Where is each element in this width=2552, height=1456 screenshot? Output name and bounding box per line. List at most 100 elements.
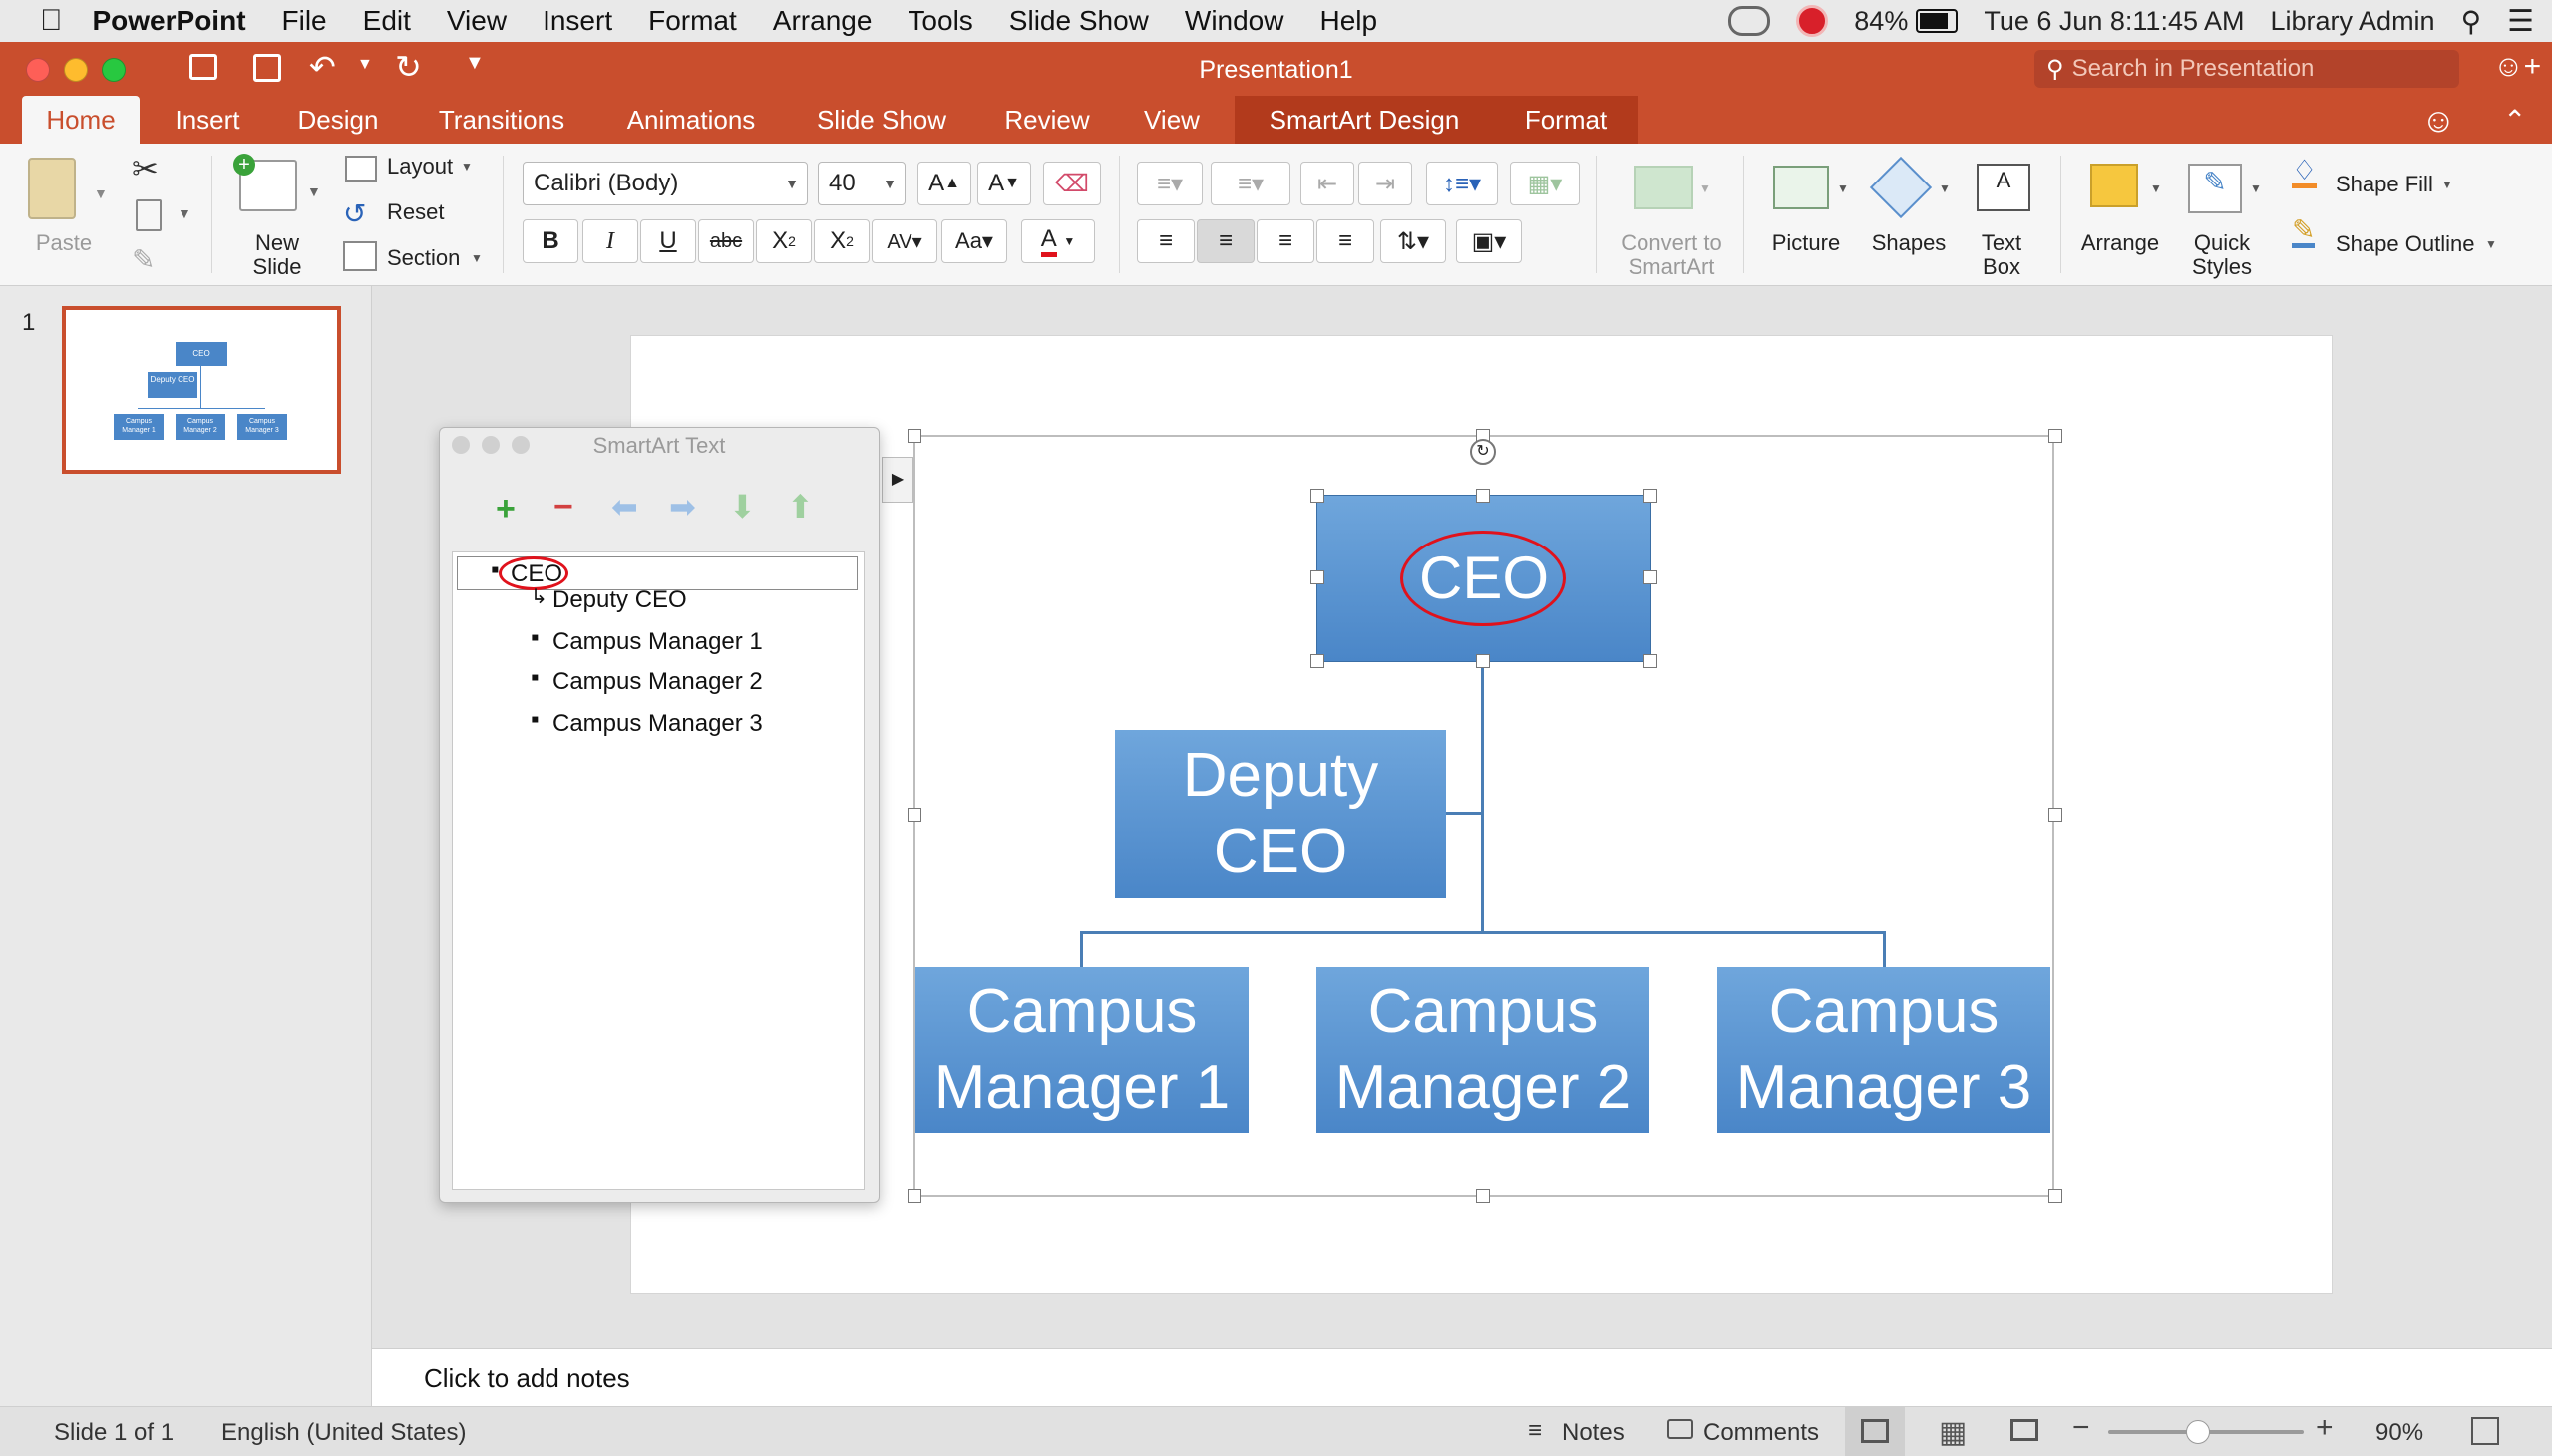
shape-outline-button[interactable]: Shape Outline	[2336, 231, 2474, 257]
notes-pane[interactable]: Click to add notes	[372, 1348, 2552, 1407]
shape-fill-dropdown-icon[interactable]: ▼	[2441, 178, 2453, 191]
rotate-handle-icon[interactable]: ↻	[1470, 439, 1496, 465]
tab-view[interactable]: View	[1127, 96, 1217, 144]
smiley-feedback-icon[interactable]: ☺	[2421, 102, 2456, 141]
shape-handle[interactable]	[1310, 570, 1324, 584]
quick-styles-dropdown-icon[interactable]: ▼	[2250, 182, 2262, 195]
justify-button[interactable]: ≡	[1316, 219, 1374, 263]
record-icon[interactable]	[1796, 5, 1829, 37]
paste-label[interactable]: Paste	[24, 231, 104, 255]
tab-slide-show[interactable]: Slide Show	[802, 96, 961, 144]
list-item[interactable]: Campus Manager 1	[552, 628, 763, 656]
bold-button[interactable]: B	[523, 219, 578, 263]
columns-button[interactable]: ▦▾	[1510, 162, 1580, 205]
share-icon[interactable]: ☺+	[2493, 50, 2541, 84]
frame-handle[interactable]	[1476, 1189, 1490, 1203]
copy-dropdown-icon[interactable]: ▼	[178, 205, 191, 221]
slide-sorter-icon[interactable]: ▦	[1939, 1415, 1967, 1450]
shape-outline-dropdown-icon[interactable]: ▼	[2485, 237, 2497, 251]
smartart-text-list[interactable]: ▪ CEO ↳ Deputy CEO ▪ Campus Manager 1 ▪ …	[452, 551, 865, 1190]
list-item[interactable]: Campus Manager 2	[552, 668, 763, 696]
shape-handle[interactable]	[1310, 489, 1324, 503]
battery-icon[interactable]	[1916, 9, 1959, 33]
normal-view-button[interactable]	[1845, 1407, 1905, 1456]
text-box-icon[interactable]: A	[1977, 164, 2030, 211]
frame-handle[interactable]	[908, 1189, 921, 1203]
arrange-icon[interactable]	[2090, 164, 2138, 207]
shape-handle[interactable]	[1476, 489, 1490, 503]
copy-icon[interactable]	[136, 199, 162, 231]
search-in-presentation-field[interactable]: ⚲ Search in Presentation	[2034, 50, 2459, 88]
grow-font-button[interactable]: A ▲	[917, 162, 971, 205]
shape-fill-icon[interactable]: ♢	[2292, 157, 2318, 188]
menu-arrange[interactable]: Arrange	[773, 5, 873, 37]
layout-dropdown-icon[interactable]: ▼	[461, 160, 473, 174]
shape-outline-icon[interactable]: ✎	[2292, 216, 2316, 248]
user-name[interactable]: Library Admin	[2271, 6, 2435, 37]
fit-to-window-icon[interactable]	[2471, 1417, 2499, 1445]
tab-transitions[interactable]: Transitions	[419, 96, 584, 144]
move-down-icon[interactable]: ⬇	[729, 490, 756, 524]
frame-handle[interactable]	[2048, 1189, 2062, 1203]
paste-dropdown-icon[interactable]: ▼	[94, 185, 108, 201]
section-dropdown-icon[interactable]: ▼	[471, 251, 483, 265]
frame-handle[interactable]	[2048, 808, 2062, 822]
decrease-indent-button[interactable]: ⇤	[1300, 162, 1354, 205]
font-name-select[interactable]: Calibri (Body) ▼	[523, 162, 808, 205]
notification-center-icon[interactable]: ☰	[2507, 4, 2534, 39]
apple-icon[interactable]: 	[40, 4, 63, 38]
menu-insert[interactable]: Insert	[543, 5, 612, 37]
shape-fill-button[interactable]: Shape Fill	[2336, 172, 2433, 197]
text-direction-button[interactable]: ⇅▾	[1380, 219, 1446, 263]
demote-icon[interactable]: ➡	[669, 490, 696, 524]
deputy-ceo-box[interactable]: Deputy CEO	[1115, 730, 1446, 898]
font-size-select[interactable]: 40 ▼	[818, 162, 906, 205]
datetime[interactable]: Tue 6 Jun 8:11:45 AM	[1984, 6, 2244, 37]
align-left-button[interactable]: ≡	[1137, 219, 1195, 263]
smartart-text-pane[interactable]: SmartArt Text + − ⬅ ➡ ⬇ ⬆ ▪ CEO ↳ Deputy…	[439, 427, 880, 1203]
zoom-in-button[interactable]: +	[2316, 1411, 2334, 1445]
comments-icon[interactable]	[1667, 1419, 1693, 1439]
collapse-ribbon-icon[interactable]: ⌃	[2503, 104, 2526, 137]
section-icon[interactable]	[343, 241, 377, 271]
menu-window[interactable]: Window	[1185, 5, 1284, 37]
tab-design[interactable]: Design	[277, 96, 399, 144]
menu-edit[interactable]: Edit	[363, 5, 411, 37]
frame-handle[interactable]	[908, 808, 921, 822]
comments-toggle-button[interactable]: Comments	[1703, 1419, 1819, 1447]
picture-dropdown-icon[interactable]: ▼	[1837, 182, 1849, 195]
arrange-button[interactable]: Arrange	[2072, 231, 2168, 255]
tab-review[interactable]: Review	[987, 96, 1107, 144]
font-color-button[interactable]: A ▼	[1021, 219, 1095, 263]
tab-animations[interactable]: Animations	[606, 96, 776, 144]
menu-view[interactable]: View	[447, 5, 507, 37]
numbering-button[interactable]: ≡▾	[1211, 162, 1290, 205]
align-center-button[interactable]: ≡	[1197, 219, 1255, 263]
menu-app-name[interactable]: PowerPoint	[93, 5, 246, 37]
tab-smartart-design[interactable]: SmartArt Design	[1235, 96, 1494, 144]
paste-icon[interactable]	[28, 158, 76, 219]
campus-manager-1-box[interactable]: Campus Manager 1	[915, 967, 1249, 1133]
convert-to-smartart-label[interactable]: Convert to SmartArt	[1600, 231, 1743, 279]
new-slide-label[interactable]: New Slide	[241, 231, 313, 279]
menu-file[interactable]: File	[282, 5, 327, 37]
layout-icon[interactable]	[345, 156, 377, 182]
layout-button[interactable]: Layout	[387, 154, 453, 180]
line-spacing-button[interactable]: ↕≡▾	[1426, 162, 1498, 205]
reading-view-icon[interactable]	[2010, 1419, 2038, 1441]
zoom-slider-thumb[interactable]	[2186, 1420, 2210, 1444]
clear-formatting-button[interactable]: ⌫	[1043, 162, 1101, 205]
language-indicator[interactable]: English (United States)	[221, 1419, 466, 1447]
campus-manager-3-box[interactable]: Campus Manager 3	[1717, 967, 2050, 1133]
picture-button[interactable]: Picture	[1761, 231, 1851, 255]
list-item[interactable]: Deputy CEO	[552, 586, 687, 614]
tab-insert[interactable]: Insert	[156, 96, 259, 144]
menu-tools[interactable]: Tools	[908, 5, 972, 37]
change-case-button[interactable]: Aa▾	[941, 219, 1007, 263]
increase-indent-button[interactable]: ⇥	[1358, 162, 1412, 205]
expand-text-pane-icon[interactable]: ▶	[882, 457, 913, 503]
superscript-button[interactable]: X2	[756, 219, 812, 263]
menu-help[interactable]: Help	[1319, 5, 1377, 37]
remove-bullet-icon[interactable]: −	[553, 490, 573, 524]
promote-icon[interactable]: ⬅	[611, 490, 638, 524]
